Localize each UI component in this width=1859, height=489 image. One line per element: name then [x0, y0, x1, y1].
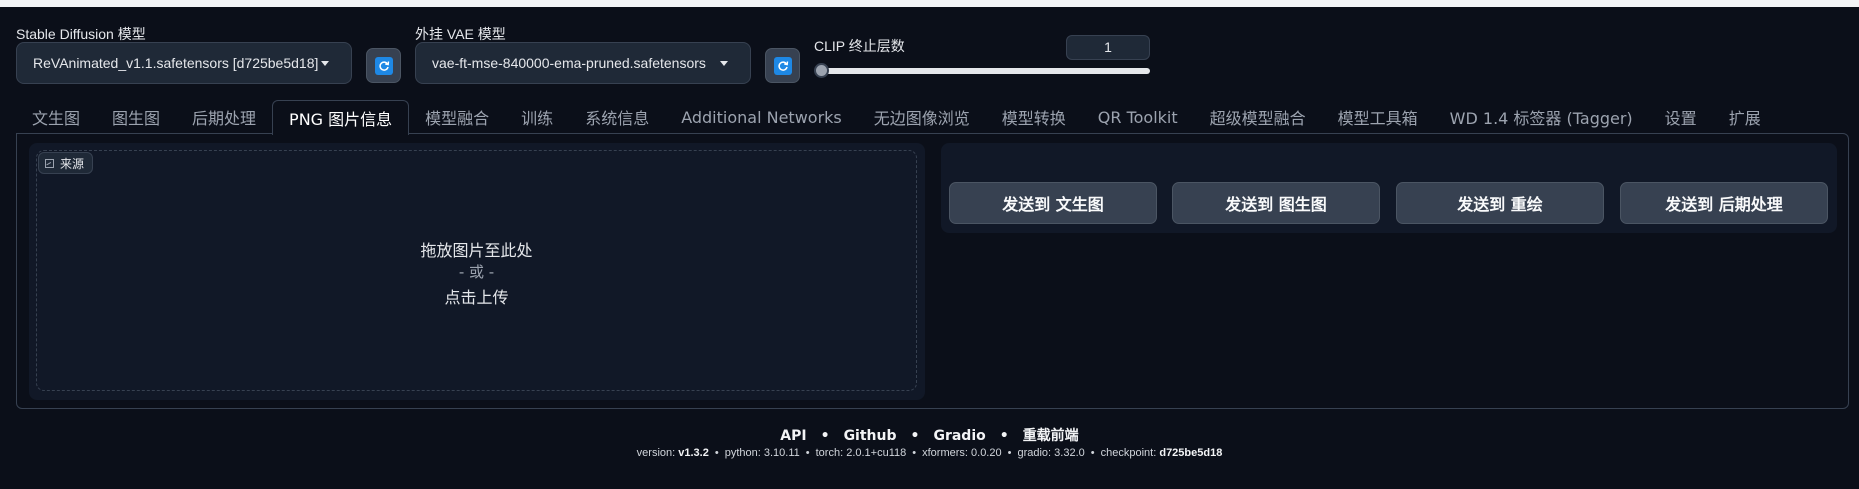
footer-separator: •	[1090, 447, 1095, 459]
tab-txt2img[interactable]: 文生图	[16, 100, 96, 134]
footer-separator: •	[820, 428, 830, 444]
tab-png-info[interactable]: PNG 图片信息	[272, 100, 410, 135]
checkpoint-key: checkpoint:	[1100, 447, 1157, 459]
upload-drop-text: 拖放图片至此处	[420, 241, 533, 260]
github-link[interactable]: Github	[844, 428, 897, 444]
gradio-key: gradio:	[1017, 447, 1052, 459]
sd-model-refresh-button[interactable]	[366, 48, 401, 83]
tab-super-merger[interactable]: 超级模型融合	[1194, 100, 1322, 134]
vae-model-refresh-button[interactable]	[765, 48, 800, 83]
sd-model-dropdown[interactable]: ReVAnimated_v1.1.safetensors [d725be5d18…	[16, 42, 352, 84]
refresh-icon	[374, 56, 393, 75]
tab-extensions[interactable]: 扩展	[1713, 100, 1777, 134]
footer-separator: •	[1007, 447, 1012, 459]
chevron-down-icon	[321, 61, 329, 66]
tab-additional-networks[interactable]: Additional Networks	[665, 100, 858, 134]
vae-model-value: vae-ft-mse-840000-ema-pruned.safetensors	[432, 55, 706, 71]
footer-links: API • Github • Gradio • 重载前端	[0, 425, 1859, 445]
chevron-down-icon	[720, 61, 728, 66]
sd-model-label: Stable Diffusion 模型	[16, 26, 146, 42]
python-key: python:	[724, 447, 761, 459]
send-to-extras-button[interactable]: 发送到 后期处理	[1620, 182, 1828, 224]
torch-value: 2.0.1+cu118	[846, 447, 907, 459]
checkpoint-value: d725be5d18	[1159, 447, 1223, 459]
source-label-text: 来源	[60, 156, 85, 171]
tab-model-merge[interactable]: 模型融合	[409, 100, 505, 134]
tab-extras[interactable]: 后期处理	[176, 100, 272, 134]
tab-train[interactable]: 训练	[505, 100, 569, 134]
torch-key: torch:	[815, 447, 844, 459]
reload-ui-link[interactable]: 重载前端	[1023, 428, 1079, 444]
version-key: version:	[636, 447, 676, 459]
refresh-icon	[773, 56, 792, 75]
footer-version-info: version: v1.3.2 • python: 3.10.11 • torch: 2…	[0, 447, 1859, 459]
tab-qr-toolkit[interactable]: QR Toolkit	[1082, 100, 1194, 134]
vae-model-label: 外挂 VAE 模型	[415, 26, 506, 42]
footer-separator: •	[910, 428, 920, 444]
xformers-value: 0.0.20	[971, 447, 1002, 459]
send-to-img2img-button[interactable]: 发送到 图生图	[1172, 182, 1380, 224]
footer-separator: •	[714, 447, 719, 459]
clip-skip-input[interactable]: 1	[1066, 35, 1150, 60]
gradio-link[interactable]: Gradio	[933, 428, 985, 444]
sd-model-value: ReVAnimated_v1.1.safetensors [d725be5d18…	[33, 55, 319, 71]
footer-separator: •	[805, 447, 810, 459]
footer-separator: •	[912, 447, 917, 459]
tab-settings[interactable]: 设置	[1649, 100, 1713, 134]
tab-system-info[interactable]: 系统信息	[569, 100, 665, 134]
tab-bar: 文生图 图生图 后期处理 PNG 图片信息 模型融合 训练 系统信息 Addit…	[16, 100, 1777, 135]
xformers-key: xformers:	[922, 447, 968, 459]
gradio-value: 3.32.0	[1054, 447, 1085, 459]
python-value: 3.10.11	[763, 447, 800, 459]
tab-img2img[interactable]: 图生图	[96, 100, 176, 134]
tab-model-convert[interactable]: 模型转换	[986, 100, 1082, 134]
vae-model-dropdown[interactable]: vae-ft-mse-840000-ema-pruned.safetensors	[415, 42, 751, 84]
clip-skip-slider[interactable]	[820, 68, 1150, 74]
source-label: 来源	[38, 152, 94, 174]
tab-tagger[interactable]: WD 1.4 标签器 (Tagger)	[1434, 100, 1649, 134]
clip-skip-slider-handle[interactable]	[814, 63, 829, 78]
clip-skip-label: CLIP 终止层数	[814, 38, 905, 54]
tab-image-browser[interactable]: 无边图像浏览	[858, 100, 986, 134]
footer-separator: •	[999, 428, 1009, 444]
upload-or-text: - 或 -	[458, 263, 495, 281]
image-icon	[45, 158, 54, 168]
send-to-inpaint-button[interactable]: 发送到 重绘	[1396, 182, 1604, 224]
api-link[interactable]: API	[780, 428, 806, 444]
upload-click-text: 点击上传	[444, 288, 509, 307]
top-strip	[0, 0, 1859, 7]
version-value: v1.3.2	[678, 447, 709, 459]
send-to-txt2img-button[interactable]: 发送到 文生图	[949, 182, 1157, 224]
tab-model-toolkit[interactable]: 模型工具箱	[1322, 100, 1434, 134]
